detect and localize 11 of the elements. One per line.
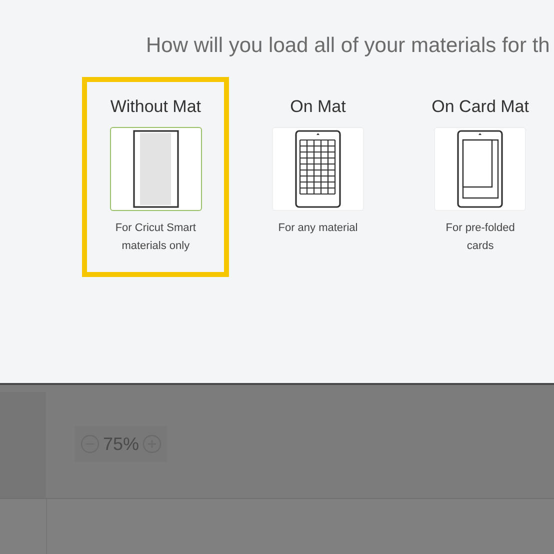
option-title: On Card Mat bbox=[432, 97, 529, 117]
option-card[interactable] bbox=[110, 127, 202, 211]
option-title: On Mat bbox=[290, 97, 346, 117]
option-description: For any material bbox=[277, 221, 359, 236]
sheet-icon bbox=[132, 130, 179, 208]
option-title: Without Mat bbox=[110, 97, 202, 117]
option-description: For pre-folded cards bbox=[444, 221, 516, 254]
dialog-heading: How will you load all of your materials for th bbox=[145, 34, 551, 58]
option-description: For Cricut Smart materials only bbox=[114, 221, 197, 254]
card-mat-icon bbox=[457, 130, 504, 208]
grid-mat-icon bbox=[294, 130, 341, 208]
